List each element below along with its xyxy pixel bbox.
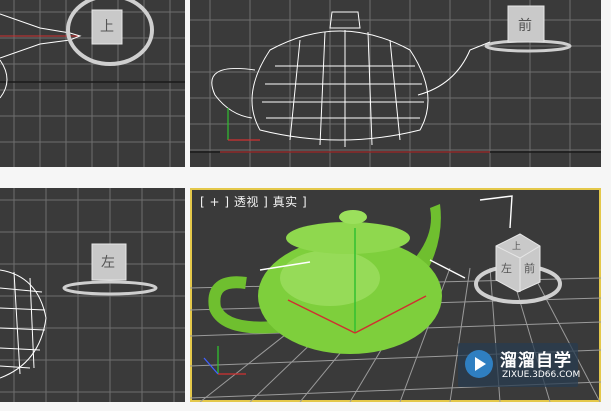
viewport-layout: 上 前 左 [+] 透视] 真实] 前 左 上 溜溜自学 ZIXUE.3…	[0, 0, 611, 411]
watermark-url: ZIXUE.3D66.COM	[502, 370, 581, 380]
persp-viewcube-front-label: 前	[524, 262, 535, 275]
persp-viewcube-top-label: 上	[512, 242, 522, 252]
left-viewport[interactable]: 左	[0, 188, 185, 402]
front-viewport-canvas	[190, 0, 601, 167]
watermark: 溜溜自学 ZIXUE.3D66.COM	[458, 343, 581, 387]
front-viewport[interactable]: 前	[190, 0, 601, 167]
top-viewcube-label: 上	[100, 19, 114, 35]
front-viewcube-label: 前	[518, 18, 532, 34]
top-viewport-canvas	[0, 0, 185, 167]
perspective-viewport-label[interactable]: [ + ] 透视 ] 真实 ]	[200, 193, 307, 210]
watermark-name: 溜溜自学	[500, 351, 572, 371]
left-viewport-canvas	[0, 188, 185, 402]
left-viewcube-label: 左	[101, 255, 115, 271]
persp-viewcube-left-label: 左	[501, 262, 512, 275]
play-logo-icon	[465, 350, 493, 378]
top-viewport[interactable]: 上	[0, 0, 185, 167]
